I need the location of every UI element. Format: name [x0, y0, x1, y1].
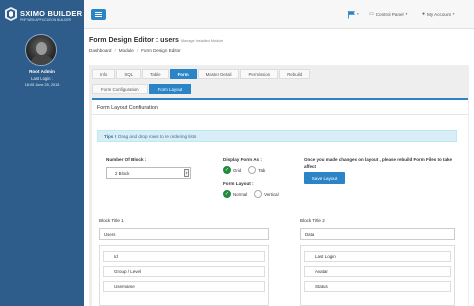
list-item[interactable]: Last Login [304, 251, 451, 262]
flag-icon[interactable] [347, 10, 356, 19]
breadcrumb: Dashboard / Module / Form Design Editor [84, 44, 474, 56]
sidebar: Root Admin Last Login : 18:05 June 25, 2… [0, 29, 84, 306]
page-subtitle: Manage Installed Module [180, 39, 224, 43]
block-title-1-input[interactable]: Users [99, 228, 269, 240]
chevron-down-icon: ▾ [452, 12, 455, 16]
brand-name: SXIMO BUILDER [20, 9, 83, 18]
layout-vertical-label: Vertical [264, 191, 279, 197]
control-panel-label: Control Panel [375, 11, 404, 17]
block-2-field-list: Last Login Avatar Status [300, 245, 455, 306]
tips-label: Tips ! [104, 133, 117, 139]
flag-caret-icon: ▾ [357, 12, 359, 16]
rebuild-note: Once you made changes on layout , please… [304, 157, 453, 169]
tab-info[interactable]: Info [92, 69, 116, 79]
display-grid-label: Grid [233, 167, 242, 173]
list-item[interactable]: Group / Level [103, 266, 265, 277]
tips-alert: Tips ! Drag and drop rows to re ordering… [97, 130, 457, 142]
user-name: Root Admin [29, 69, 55, 74]
display-form-label: Display Form As : [223, 157, 262, 162]
form-layout-options: ✓ Normal Vertical [223, 190, 279, 198]
last-login-label: Last Login : [31, 76, 53, 81]
account-menu[interactable]: ● My Account ▾ [422, 11, 455, 17]
list-item[interactable]: Id [103, 251, 265, 262]
main-content: Form Design Editor : users Manage Install… [84, 29, 474, 306]
account-label: My Account [427, 11, 451, 17]
tab-sql[interactable]: SQL [116, 69, 142, 79]
last-login-time: 18:05 June 25, 2015 [24, 83, 60, 87]
breadcrumb-dashboard[interactable]: Dashboard [89, 48, 111, 53]
module-tabs: Info SQL Table Form Master Detail Permis… [92, 69, 311, 79]
select-arrow-icon: ▾ [184, 169, 189, 177]
desktop-icon: ▭ [369, 11, 374, 17]
chevron-down-icon: ▾ [405, 12, 408, 16]
display-form-options: ✓ Grid Tab [223, 166, 265, 174]
block-title-2-input[interactable]: Data [300, 228, 455, 240]
brand[interactable]: SXIMO BUILDER PHP WEB APPLICATION BUILDE… [0, 0, 84, 29]
user-icon: ● [422, 11, 426, 17]
page-title-text: Form Design Editor : users [89, 37, 179, 44]
control-panel-menu[interactable]: ▭ Control Panel ▾ [369, 11, 407, 17]
layout-vertical-radio[interactable] [254, 190, 263, 198]
block-title-2-label: Block Title 2 [300, 218, 325, 223]
breadcrumb-module[interactable]: Module [119, 48, 134, 53]
save-layout-button[interactable]: Save Layout [304, 172, 345, 184]
block-1-field-list: Id Group / Level Username [99, 245, 269, 306]
subtab-form-configuration[interactable]: Form Configuration [92, 84, 148, 94]
display-tab-radio[interactable] [248, 166, 257, 174]
menu-toggle-button[interactable] [91, 9, 106, 20]
tips-text: Drag and drop rows to re ordering lists [118, 133, 197, 139]
sximo-logo-icon [5, 7, 17, 21]
card-title: Form Layout Confiuration [97, 105, 158, 111]
layout-normal-radio[interactable]: ✓ [223, 190, 231, 198]
form-layout-label: Form Layout : [223, 181, 254, 186]
breadcrumb-current: Form Design Editor [141, 47, 181, 53]
block-count-label: Number Of Block : [106, 157, 147, 162]
breadcrumb-separator: / [114, 47, 116, 53]
breadcrumb-separator: / [136, 47, 139, 53]
layout-normal-label: Normal [233, 191, 248, 197]
block-title-1-label: Block Title 1 [99, 218, 124, 223]
subtab-form-layout[interactable]: Form Layout [148, 84, 192, 94]
list-item[interactable]: Status [304, 281, 451, 292]
form-subtabs: Form Configuration Form Layout [92, 84, 192, 94]
display-grid-radio[interactable]: ✓ [223, 166, 231, 174]
tab-rebuild[interactable]: Rebuild [279, 69, 311, 79]
list-item[interactable]: Username [103, 281, 265, 292]
brand-tagline: PHP WEB APPLICATION BUILDER [20, 18, 71, 22]
block-count-value: 2 Block [115, 170, 130, 176]
block-count-select[interactable]: 2 Block ▾ [106, 167, 191, 179]
top-navbar: SXIMO BUILDER PHP WEB APPLICATION BUILDE… [0, 0, 474, 29]
display-tab-label: Tab [258, 167, 266, 173]
tab-table[interactable]: Table [142, 69, 169, 79]
tab-form[interactable]: Form [169, 69, 197, 79]
card-divider [92, 114, 468, 115]
tab-permission[interactable]: Permission [240, 69, 279, 79]
list-item[interactable]: Avatar [304, 266, 451, 277]
page-title: Form Design Editor : users Manage Install… [89, 37, 223, 44]
tab-master-detail[interactable]: Master Detail [197, 69, 240, 79]
avatar[interactable] [25, 34, 57, 66]
